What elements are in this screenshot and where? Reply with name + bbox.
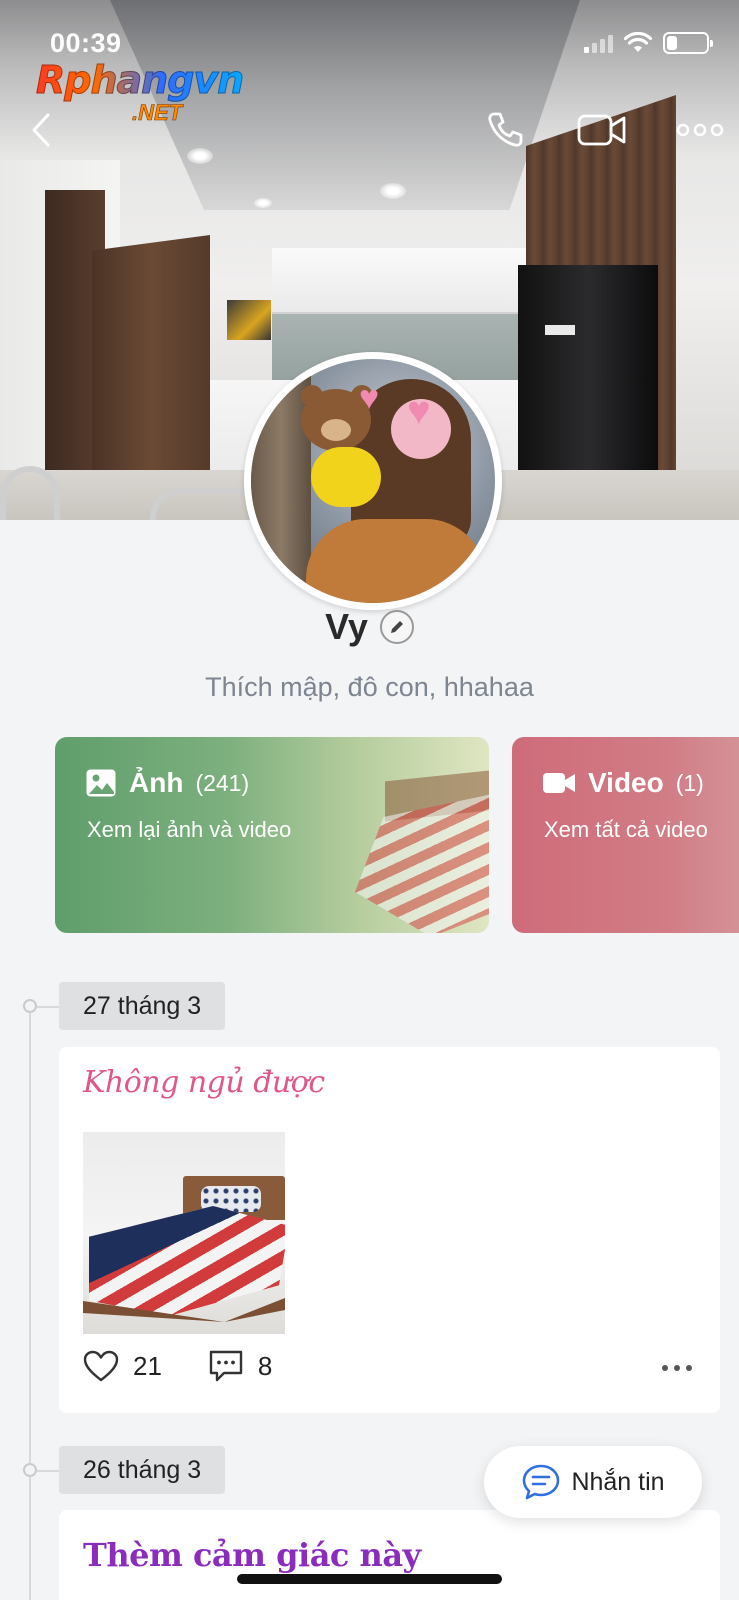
post-actions: 21 8 xyxy=(83,1349,318,1383)
chat-bubble-icon xyxy=(523,1464,560,1500)
photos-count: (241) xyxy=(195,769,250,796)
message-label: Nhắn tin xyxy=(571,1467,665,1496)
cover-cabinet xyxy=(272,248,532,314)
timeline-post[interactable]: Thèm cảm giác này xyxy=(59,1510,720,1600)
watermark-logo: Rphangvn .NET xyxy=(36,58,266,126)
timeline-dot xyxy=(23,1463,37,1477)
photos-subtitle: Xem lại ảnh và video xyxy=(87,817,292,842)
status-icons xyxy=(584,32,713,54)
heart-sticker-icon: ♥ xyxy=(407,389,431,433)
comment-icon xyxy=(209,1350,243,1382)
ceiling-light xyxy=(380,183,406,199)
message-button[interactable]: Nhắn tin xyxy=(484,1446,702,1518)
watermark-sub: .NET xyxy=(132,100,183,126)
call-button[interactable] xyxy=(480,108,530,152)
cover-chair xyxy=(0,466,60,520)
cover-door-open xyxy=(92,235,210,495)
photos-card[interactable]: Ảnh (241) Xem lại ảnh và video xyxy=(55,737,489,933)
videos-label: Video xyxy=(588,767,664,798)
cover-fridge-label xyxy=(545,325,575,335)
post-more-icon[interactable] xyxy=(662,1365,692,1371)
comment-button[interactable]: 8 xyxy=(208,1349,272,1383)
videos-card[interactable]: Video (1) Xem tất cả video xyxy=(512,737,739,933)
video-icon xyxy=(543,773,575,793)
avatar[interactable]: ♥ ♥ xyxy=(244,352,502,610)
ceiling-light xyxy=(187,148,213,164)
pencil-icon xyxy=(390,621,403,633)
date-chip: 27 tháng 3 xyxy=(59,982,226,1030)
more-button[interactable] xyxy=(672,108,728,152)
back-button[interactable] xyxy=(16,108,66,152)
profile-name-row: Vy xyxy=(0,606,739,648)
post-title: Không ngủ được xyxy=(83,1065,325,1100)
phone-icon xyxy=(488,112,523,147)
profile-bio: Thích mập, đô con, hhahaa xyxy=(205,672,534,702)
more-horizontal-icon xyxy=(676,123,724,137)
home-indicator[interactable] xyxy=(237,1574,502,1584)
comment-count: 8 xyxy=(257,1350,273,1381)
image-icon xyxy=(86,769,116,797)
timeline-dot xyxy=(23,999,37,1013)
videos-card-title: Video (1) xyxy=(542,767,704,799)
battery-icon xyxy=(663,32,713,54)
heart-sticker-icon: ♥ xyxy=(359,379,380,417)
videos-subtitle: Xem tất cả video xyxy=(544,817,708,842)
video-camera-icon xyxy=(577,114,626,146)
like-button[interactable]: 21 xyxy=(83,1350,162,1382)
cover-microwave xyxy=(227,300,271,340)
watermark-main: Rphangvn xyxy=(36,58,266,103)
timeline-post[interactable]: Không ngủ được 21 8 xyxy=(59,1047,720,1413)
video-call-button[interactable] xyxy=(572,108,632,152)
videos-count: (1) xyxy=(675,769,704,796)
wifi-icon xyxy=(623,32,653,52)
timeline-line xyxy=(29,1008,31,1600)
ceiling-light xyxy=(254,198,272,208)
profile-name: Vy xyxy=(325,606,368,647)
post-photo[interactable] xyxy=(83,1132,285,1334)
signal-icon xyxy=(584,33,613,53)
edit-name-button[interactable] xyxy=(379,610,414,644)
photos-card-title: Ảnh (241) xyxy=(85,767,249,799)
battery-level xyxy=(667,36,677,50)
like-count: 21 xyxy=(133,1350,162,1381)
photos-label: Ảnh xyxy=(129,767,184,798)
post-title: Thèm cảm giác này xyxy=(83,1536,421,1574)
date-chip: 26 tháng 3 xyxy=(59,1446,226,1494)
chevron-left-icon xyxy=(32,113,50,147)
status-time: 00:39 xyxy=(50,28,122,58)
heart-icon xyxy=(83,1350,119,1382)
